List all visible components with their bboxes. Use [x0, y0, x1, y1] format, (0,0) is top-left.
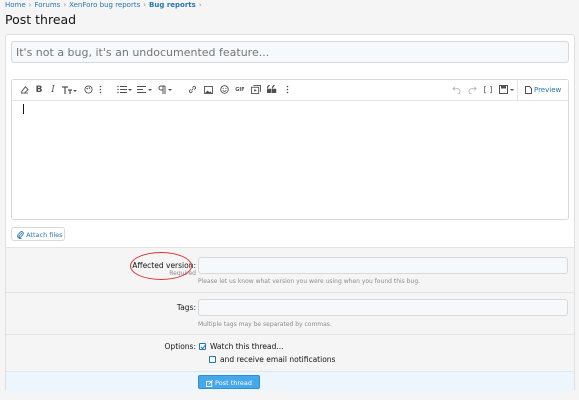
watch-thread-checkbox[interactable]: [199, 343, 206, 350]
options-label: Options:: [164, 342, 196, 351]
preview-button[interactable]: Preview: [517, 80, 568, 100]
align-icon[interactable]: [136, 83, 152, 97]
preview-label: Preview: [533, 86, 562, 94]
attach-files-button[interactable]: Attach files: [11, 227, 65, 241]
gif-icon[interactable]: GIF: [234, 83, 246, 97]
eraser-icon[interactable]: [18, 83, 30, 97]
breadcrumb-separator: ›: [28, 1, 32, 9]
more-icon[interactable]: [96, 83, 104, 97]
italic-icon[interactable]: I: [48, 83, 58, 97]
form-fields: Affected version: Required Please let us…: [6, 247, 574, 372]
annotation-circle: [130, 252, 192, 280]
breadcrumb-separator: ›: [63, 1, 67, 9]
breadcrumb-bug-reports[interactable]: Bug reports: [149, 1, 196, 9]
attach-files-label: Attach files: [26, 231, 63, 239]
message-editor[interactable]: B I GIF [] Preview: [11, 79, 569, 220]
post-thread-button[interactable]: Post thread: [198, 375, 260, 389]
undo-icon[interactable]: [450, 83, 462, 97]
check-icon: [200, 344, 206, 350]
email-notifications-label[interactable]: and receive email notifications: [220, 355, 335, 364]
page-title: Post thread: [5, 12, 77, 27]
smiley-icon[interactable]: [218, 83, 230, 97]
link-icon[interactable]: [186, 83, 198, 97]
quote-icon[interactable]: [266, 83, 278, 97]
image-icon[interactable]: [202, 83, 214, 97]
drafts-icon[interactable]: [498, 83, 514, 97]
affected-version-hint: Please let us know what version you were…: [198, 278, 421, 285]
tags-input[interactable]: [198, 299, 568, 316]
post-thread-label: Post thread: [215, 379, 253, 387]
bbcode-toggle-icon[interactable]: [ ]: [482, 83, 494, 97]
post-thread-form: B I: [5, 34, 575, 392]
breadcrumb-home[interactable]: Home: [5, 1, 26, 9]
thread-title-input[interactable]: [11, 41, 569, 63]
list-icon[interactable]: [116, 83, 132, 97]
divider: [6, 292, 574, 293]
tags-hint: Multiple tags may be separated by commas…: [198, 321, 332, 328]
more-icon[interactable]: [284, 83, 290, 97]
editor-toolbar: B I GIF []: [12, 80, 568, 101]
breadcrumb-forums[interactable]: Forums: [34, 1, 60, 9]
text-size-icon[interactable]: [60, 83, 78, 97]
breadcrumb: Home › Forums › XenForo bug reports › Bug repo…: [5, 0, 205, 11]
palette-icon[interactable]: [82, 83, 94, 97]
edit-icon: [205, 379, 215, 387]
submit-row: Post thread: [6, 371, 574, 392]
preview-icon: [524, 86, 534, 94]
redo-icon[interactable]: [466, 83, 478, 97]
bold-icon[interactable]: B: [34, 83, 44, 97]
divider: [6, 334, 574, 335]
breadcrumb-separator: ›: [198, 1, 202, 9]
watch-thread-label[interactable]: Watch this thread...: [210, 342, 284, 351]
breadcrumb-separator: ›: [143, 1, 147, 9]
email-notifications-checkbox[interactable]: [209, 356, 216, 363]
text-caret: [23, 104, 24, 114]
paperclip-icon: [17, 231, 26, 239]
breadcrumb-xenforo-bug-reports[interactable]: XenForo bug reports: [69, 1, 140, 9]
tags-label: Tags:: [176, 303, 196, 312]
affected-version-input[interactable]: [198, 257, 568, 274]
paragraph-icon[interactable]: [156, 83, 172, 97]
media-icon[interactable]: [250, 83, 262, 97]
